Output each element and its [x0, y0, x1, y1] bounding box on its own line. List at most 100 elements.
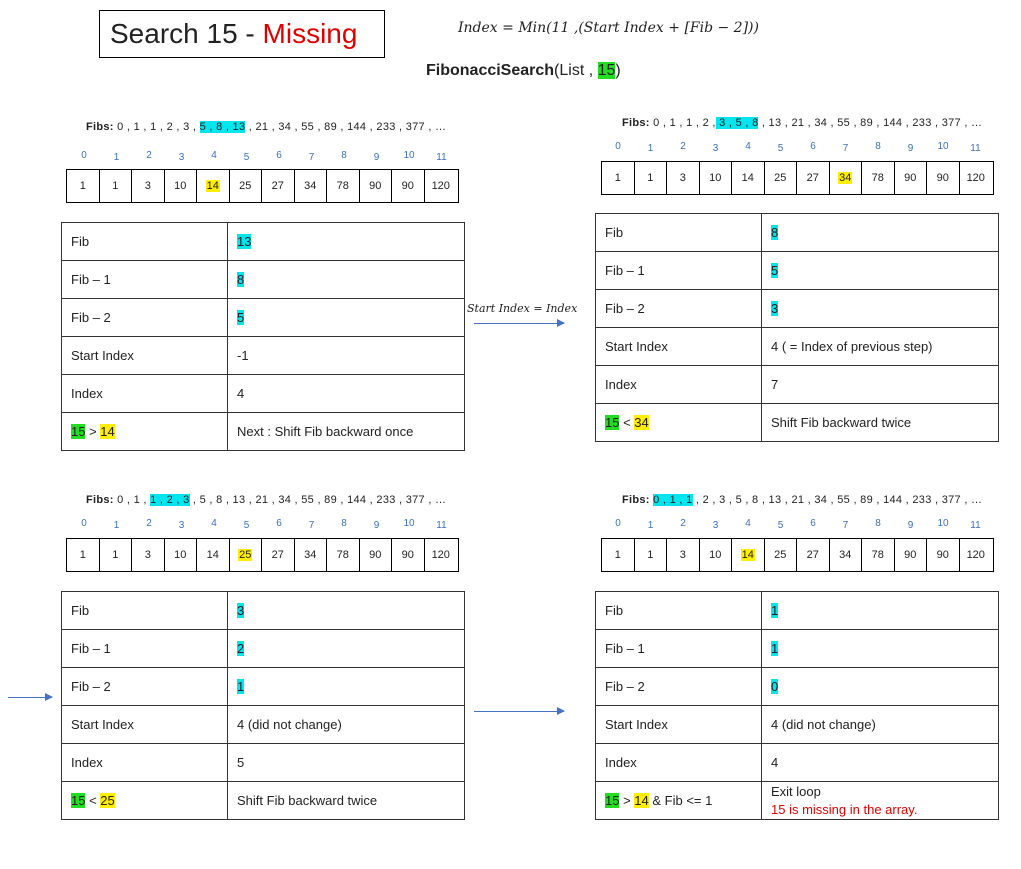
row-key: Index: [595, 743, 762, 782]
array-cell: 90: [895, 162, 927, 194]
array-cell: 25: [230, 170, 262, 202]
table-row: Fib – 1 8: [61, 260, 465, 299]
comparison-cell: 15 > 14 & Fib <= 1: [595, 781, 762, 820]
row-key: Index: [61, 374, 228, 413]
array-cell: 90: [927, 162, 960, 194]
row-value: 4: [761, 743, 999, 782]
comparison-cell: 15 < 34: [595, 403, 762, 442]
result-cell: Exit loop 15 is missing in the array.: [761, 781, 999, 820]
title-prefix: Search 15 -: [110, 18, 263, 49]
array-cell: 90: [392, 539, 425, 571]
row-key: Start Index: [595, 327, 762, 366]
array-value: 1: [647, 172, 654, 184]
row-key: Start Index: [595, 705, 762, 744]
array-cell: 3: [667, 539, 700, 571]
title-box: Search 15 - Missing: [99, 10, 385, 58]
row-value-text: 1: [771, 603, 779, 618]
fibs-line: Fibs: 0 , 1 , 1 , 2 , 3 , 5 , 8 , 13 , 2…: [86, 121, 446, 133]
row-key: Fib – 2: [595, 667, 762, 706]
array-value: 1: [647, 549, 654, 561]
fibs-before: 0 , 1 ,: [117, 494, 151, 506]
index-label: 1: [647, 143, 654, 154]
fibs-after: , 5 , 8 , 13 , 21 , 34 , 55 , 89 , 144 ,…: [189, 494, 447, 506]
index-label: 1: [113, 520, 120, 531]
fibs-window: 3 , 5 , 8: [715, 117, 759, 129]
row-key: Fib: [595, 591, 762, 630]
array-value: 90: [401, 549, 414, 561]
comparison-cell: 15 < 25: [61, 781, 228, 820]
table-row: Fib 1: [595, 591, 999, 630]
array-cell: 27: [797, 162, 830, 194]
array-value: 1: [112, 180, 119, 192]
array-value: 90: [369, 180, 382, 192]
index-label: 10: [403, 150, 415, 161]
array-cell: 34: [295, 170, 327, 202]
array-cell: 25: [230, 539, 262, 571]
index-label: 4: [211, 150, 217, 161]
row-key: Fib – 1: [61, 629, 228, 668]
table-row: Fib 8: [595, 213, 999, 252]
row-key: Fib – 2: [61, 298, 228, 337]
array-cell: 34: [295, 539, 327, 571]
fibs-label: Fibs:: [86, 121, 114, 133]
step-table: Fib 1 Fib – 1 1 Fib – 2 0 Start Index 4 (did no…: [595, 591, 999, 820]
array-value: 78: [336, 180, 349, 192]
array-row: 1 1 3 10 14 25 27 34 78 90 90 120: [601, 538, 994, 572]
result-text: Shift Fib backward twice: [237, 792, 378, 808]
index-label: 4: [211, 518, 217, 529]
fibs-line: Fibs: 0 , 1 , 1 , 2 , 3 , 5 , 8 , 13 , 2…: [622, 494, 982, 506]
array-value: 14: [741, 172, 754, 184]
function-name: FibonacciSearch: [426, 62, 555, 79]
row-key: Start Index: [61, 705, 228, 744]
array-value: 90: [369, 549, 382, 561]
array-value: 27: [806, 549, 819, 561]
table-row-compare: 15 > 14 Next : Shift Fib backward once: [61, 412, 465, 451]
index-label: 3: [712, 143, 719, 154]
table-row-compare: 15 < 34 Shift Fib backward twice: [595, 403, 999, 442]
array-value: 14: [740, 549, 755, 561]
arrow-into-step3: [8, 693, 53, 701]
row-value: 4 (did not change): [227, 705, 465, 744]
result-text: Shift Fib backward twice: [771, 414, 912, 430]
row-key: Fib – 2: [61, 667, 228, 706]
index-label: 11: [970, 143, 981, 154]
array-value: 27: [806, 172, 819, 184]
cmp-target: 15: [605, 415, 620, 430]
index-label: 11: [970, 520, 981, 531]
table-row: Index 5: [61, 743, 465, 782]
array-cell: 90: [927, 539, 960, 571]
array-value: 90: [904, 549, 917, 561]
result-cell: Shift Fib backward twice: [761, 403, 999, 442]
cmp-probe: 25: [100, 793, 115, 808]
comparison-cell: 15 > 14: [61, 412, 228, 451]
array-cell: 78: [327, 170, 360, 202]
array-value: 25: [238, 549, 253, 561]
array-value: 25: [774, 172, 787, 184]
table-row-compare: 15 > 14 & Fib <= 1 Exit loop 15 is missing…: [595, 781, 999, 820]
row-value: 3: [227, 591, 465, 630]
row-key: Fib – 1: [595, 251, 762, 290]
array-value: 14: [205, 180, 220, 192]
array-value: 120: [966, 549, 985, 561]
row-value: 3: [761, 289, 999, 328]
row-value: 5: [227, 743, 465, 782]
array-value: 90: [936, 172, 949, 184]
index-label: 8: [341, 150, 347, 161]
fibs-line: Fibs: 0 , 1 , 1 , 2 , 3 , 5 , 8 , 13 , 2…: [86, 494, 446, 506]
table-row: Start Index 4 (did not change): [61, 705, 465, 744]
row-key: Fib: [61, 591, 228, 630]
array-cell: 120: [960, 162, 993, 194]
array-row: 1 1 3 10 14 25 27 34 78 90 90 120: [601, 161, 994, 195]
row-key: Index: [595, 365, 762, 404]
row-value: 4 (did not change): [761, 705, 999, 744]
fibs-line: Fibs: 0 , 1 , 1 , 2 , 3 , 5 , 8 , 13 , 2…: [622, 117, 982, 129]
array-cell: 10: [165, 170, 197, 202]
row-value: 7: [761, 365, 999, 404]
array-cell: 1: [602, 162, 635, 194]
index-label: 5: [243, 152, 250, 163]
row-value: 8: [227, 260, 465, 299]
row-value-text: 8: [237, 272, 245, 287]
row-value-text: 13: [237, 234, 252, 249]
index-label: 0: [81, 518, 87, 529]
row-value-text: 3: [237, 603, 245, 618]
